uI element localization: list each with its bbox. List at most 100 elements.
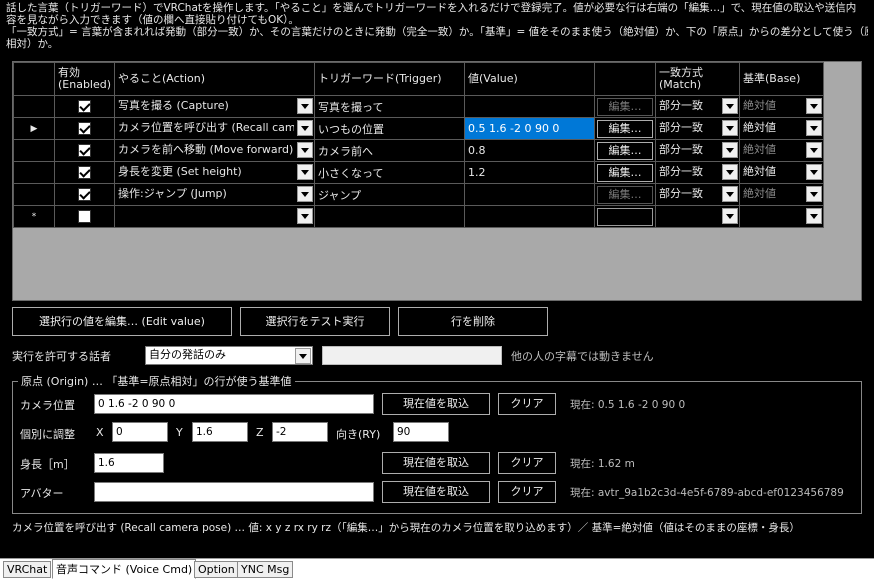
chevron-down-icon[interactable] [295,348,311,364]
ry-input[interactable]: 90 [393,422,449,442]
height-clear-button[interactable]: クリア [498,452,556,474]
chevron-down-icon[interactable] [722,142,738,158]
base-cell[interactable]: 絶対値 [739,139,824,162]
chevron-down-icon[interactable] [806,208,822,224]
height-capture-button[interactable]: 現在値を取込 [382,452,490,474]
enabled-checkbox[interactable] [78,144,91,158]
value-cell[interactable] [464,95,595,118]
enabled-cell[interactable] [54,205,115,228]
match-cell[interactable]: 部分一致 [655,161,740,184]
table-row[interactable]: カメラを前へ移動 (Move forward) カメラ前へ 0.8 編集… 部分一致 絶対… [13,139,824,162]
row-header[interactable]: * [13,205,55,228]
camera-capture-button[interactable]: 現在値を取込 [382,393,490,415]
camera-position-input[interactable]: 0 1.6 -2 0 90 0 [94,394,374,414]
trigger-cell[interactable]: 小さくなって [314,161,465,184]
trigger-cell[interactable]: いつもの位置 [314,117,465,140]
value-cell[interactable] [464,183,595,206]
trigger-cell[interactable]: ジャンプ [314,183,465,206]
z-input[interactable]: -2 [272,422,328,442]
tab-ync-msg[interactable]: YNC Msg [237,561,294,578]
edit-cell[interactable] [594,205,656,228]
match-cell[interactable]: 部分一致 [655,117,740,140]
column-header-action[interactable]: やること(Action) [114,62,315,96]
chevron-down-icon[interactable] [806,186,822,202]
table-row[interactable]: ▶ カメラ位置を呼び出す (Recall cam… いつもの位置 0.5 1.6 -2… [13,117,824,140]
value-cell[interactable]: 0.5 1.6 -2 0 90 0 [464,117,595,140]
y-input[interactable]: 1.6 [192,422,248,442]
trigger-cell[interactable]: 写真を撮って [314,95,465,118]
edit-button[interactable]: 編集… [597,163,653,182]
chevron-down-icon[interactable] [806,120,822,136]
tab-option[interactable]: Option [194,561,239,578]
chevron-down-icon[interactable] [297,142,313,158]
enabled-cell[interactable] [54,139,115,162]
action-cell[interactable]: 写真を撮る (Capture) [114,95,315,118]
edit-cell[interactable]: 編集… [594,161,656,184]
column-header-enabled[interactable]: 有効 (Enabled) [54,62,115,96]
test-run-button[interactable]: 選択行をテスト実行 [240,307,390,336]
enabled-checkbox[interactable] [78,166,91,180]
action-cell[interactable] [114,205,315,228]
edit-cell[interactable]: 編集… [594,95,656,118]
column-header-value[interactable]: 値(Value) [464,62,595,96]
table-row[interactable]: 操作:ジャンプ (Jump) ジャンプ 編集… 部分一致 絶対値 [13,183,824,206]
chevron-down-icon[interactable] [297,208,313,224]
enabled-checkbox[interactable] [78,122,91,136]
action-cell[interactable]: カメラを前へ移動 (Move forward) [114,139,315,162]
action-cell[interactable]: 身長を変更 (Set height) [114,161,315,184]
tab-voice-cmd[interactable]: 音声コマンド (Voice Cmd) [52,559,197,579]
action-cell[interactable]: 操作:ジャンプ (Jump) [114,183,315,206]
x-input[interactable]: 0 [112,422,168,442]
chevron-down-icon[interactable] [806,164,822,180]
match-cell[interactable]: 部分一致 [655,183,740,206]
column-header-trigger[interactable]: トリガーワード(Trigger) [314,62,465,96]
edit-value-button[interactable]: 選択行の値を編集… (Edit value) [12,307,232,336]
match-cell[interactable]: 部分一致 [655,95,740,118]
delete-row-button[interactable]: 行を削除 [398,307,548,336]
chevron-down-icon[interactable] [297,98,313,114]
value-cell[interactable]: 1.2 [464,161,595,184]
chevron-down-icon[interactable] [806,98,822,114]
row-header[interactable] [13,161,55,184]
tab-vrchat[interactable]: VRChat [3,561,52,578]
chevron-down-icon[interactable] [297,186,313,202]
chevron-down-icon[interactable] [722,120,738,136]
chevron-down-icon[interactable] [806,142,822,158]
chevron-down-icon[interactable] [722,186,738,202]
enabled-cell[interactable] [54,95,115,118]
speaker-select[interactable]: 自分の発話のみ [145,346,313,365]
row-header[interactable] [13,183,55,206]
camera-clear-button[interactable]: クリア [498,393,556,415]
height-input[interactable]: 1.6 [94,453,164,473]
chevron-down-icon[interactable] [297,120,313,136]
avatar-clear-button[interactable]: クリア [498,481,556,503]
chevron-down-icon[interactable] [722,98,738,114]
base-cell[interactable]: 絶対値 [739,183,824,206]
row-header[interactable] [13,95,55,118]
edit-cell[interactable]: 編集… [594,117,656,140]
trigger-cell[interactable] [314,205,465,228]
chevron-down-icon[interactable] [722,208,738,224]
column-header-edit[interactable] [594,62,656,96]
column-header-match[interactable]: 一致方式 (Match) [655,62,740,96]
edit-button[interactable]: 編集… [597,119,653,138]
base-cell[interactable]: 絶対値 [739,161,824,184]
base-cell[interactable]: 絶対値 [739,95,824,118]
enabled-cell[interactable] [54,117,115,140]
enabled-cell[interactable] [54,183,115,206]
table-row[interactable]: 身長を変更 (Set height) 小さくなって 1.2 編集… 部分一致 絶対値 [13,161,824,184]
value-cell[interactable] [464,205,595,228]
trigger-cell[interactable]: カメラ前へ [314,139,465,162]
edit-cell[interactable]: 編集… [594,183,656,206]
enabled-cell[interactable] [54,161,115,184]
avatar-input[interactable] [94,482,374,502]
enabled-checkbox[interactable] [78,210,91,224]
match-cell[interactable]: 部分一致 [655,139,740,162]
voice-command-grid[interactable]: 有効 (Enabled) やること(Action) トリガーワード(Trigge… [12,61,862,301]
row-header[interactable]: ▶ [13,117,55,140]
column-header-base[interactable]: 基準(Base) [739,62,824,96]
chevron-down-icon[interactable] [722,164,738,180]
row-header[interactable] [13,139,55,162]
new-row[interactable]: * [13,205,824,228]
enabled-checkbox[interactable] [78,100,91,114]
